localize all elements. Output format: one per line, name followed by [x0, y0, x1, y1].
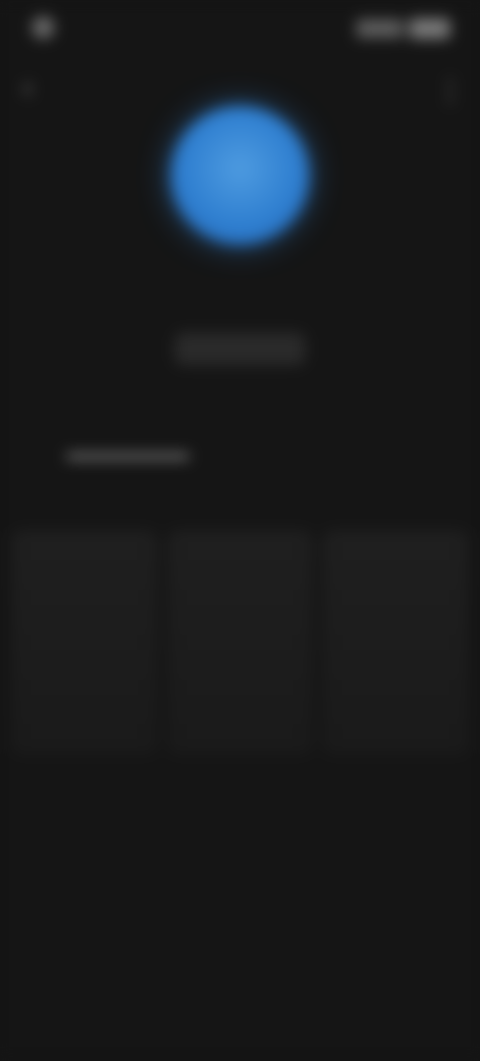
avatar[interactable] — [170, 106, 310, 245]
status-indicator-icon — [31, 16, 55, 39]
grid-item[interactable] — [11, 530, 158, 755]
section-header — [30, 477, 450, 508]
battery-icon — [409, 18, 451, 39]
tab-bar — [0, 400, 480, 457]
app-screen: ‹ ⋮ — [0, 0, 480, 1061]
status-bar — [0, 0, 480, 63]
grid-item[interactable] — [322, 530, 469, 755]
menu-button[interactable]: ⋮ — [432, 71, 469, 108]
grid-item[interactable] — [167, 530, 313, 755]
active-tab-indicator — [66, 454, 190, 458]
edit-profile-button[interactable] — [174, 332, 306, 366]
status-right — [356, 18, 451, 39]
status-left — [31, 16, 67, 39]
back-arrow-icon: ‹ — [22, 70, 33, 105]
tab-first[interactable] — [0, 400, 240, 457]
back-button[interactable]: ‹ — [9, 69, 46, 106]
menu-icon: ⋮ — [435, 73, 465, 106]
content-grid — [11, 530, 469, 755]
signal-icon — [356, 19, 404, 38]
tab-second[interactable] — [240, 400, 480, 457]
